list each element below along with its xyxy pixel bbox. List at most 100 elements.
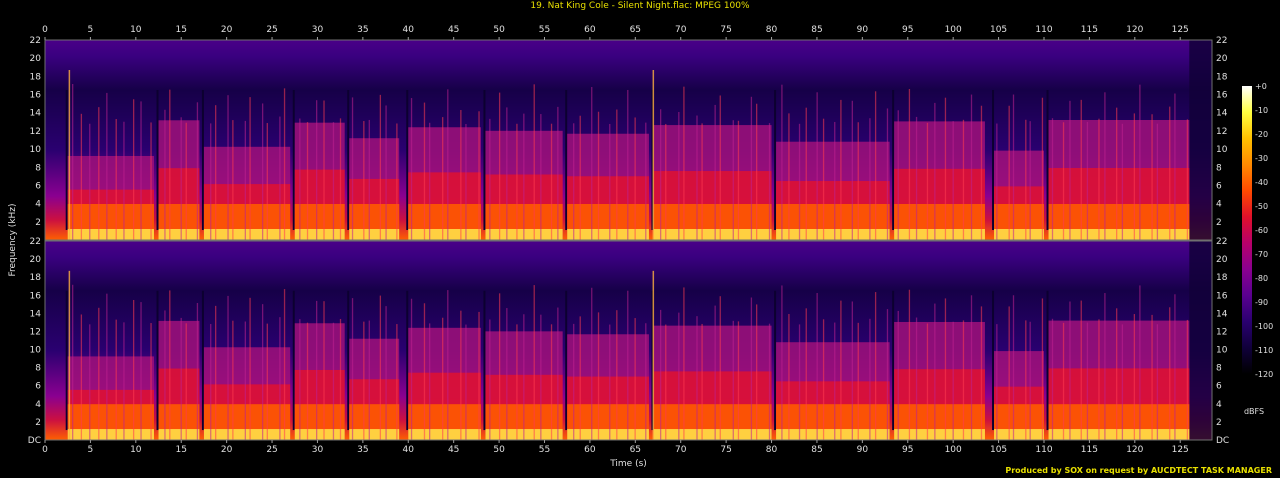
segment-streak	[840, 99, 842, 241]
segment-streak	[351, 97, 354, 240]
segment-streak	[737, 321, 740, 440]
segment-streak	[279, 317, 281, 440]
spectrogram-chart: 0055101015152020252530303535404045455050…	[8, 25, 1273, 469]
segment-streak	[645, 122, 647, 240]
segment-streak	[822, 319, 825, 440]
segment-streak	[908, 289, 911, 440]
segment-streak	[869, 118, 871, 240]
x-tick-label-bottom: 75	[720, 445, 731, 455]
segment-streak	[180, 117, 182, 240]
segment-streak	[89, 324, 91, 440]
y-tick-label-left: 6	[35, 181, 41, 191]
segment-streak	[323, 100, 325, 240]
segment-bass	[349, 229, 400, 240]
segment-streak	[1086, 322, 1089, 440]
segment-streak	[597, 111, 600, 241]
segment-streak	[261, 103, 264, 240]
segment-streak	[169, 89, 171, 240]
x-tick-label-top: 100	[945, 25, 962, 35]
segment-streak	[306, 122, 309, 240]
segment-streak	[115, 119, 117, 240]
segment-streak	[996, 324, 998, 440]
segment-gap	[292, 290, 295, 431]
segment-streak	[798, 324, 801, 440]
segment-bass	[203, 429, 291, 440]
segment-streak	[579, 115, 581, 240]
x-tick-label-bottom: 35	[357, 445, 368, 455]
y-tick-label-right: 12	[1216, 127, 1227, 137]
y-tick-label-left: DC	[28, 436, 41, 446]
segment-streak	[926, 323, 929, 440]
segment-streak	[316, 100, 318, 240]
segment-streak	[244, 321, 246, 440]
segment-streak	[701, 123, 703, 240]
segment-streak	[557, 106, 559, 240]
segment-gap	[892, 290, 895, 431]
x-tick-label-bottom: 25	[266, 445, 277, 455]
segment-streak	[150, 122, 152, 240]
y-tick-label-left: 8	[35, 163, 41, 173]
segment-streak	[768, 323, 771, 440]
segment-gap	[892, 90, 895, 230]
segment-bass	[653, 429, 772, 440]
segment-streak	[523, 314, 525, 440]
segment-streak	[915, 317, 918, 440]
segment-streak	[634, 318, 636, 440]
segment-streak	[80, 314, 83, 440]
segment-streak	[737, 120, 740, 240]
x-tick-label-top: 15	[175, 25, 186, 35]
segment-streak	[816, 92, 818, 240]
x-tick-label-bottom: 125	[1172, 445, 1189, 455]
segment-streak	[410, 298, 413, 440]
segment-streak	[423, 102, 426, 241]
segment-streak	[489, 118, 491, 240]
segment-streak	[1051, 318, 1054, 440]
segment-streak	[857, 322, 859, 440]
x-tick-label-bottom: 115	[1081, 445, 1098, 455]
x-tick-label-bottom: 0	[42, 445, 48, 455]
x-tick-label-top: 0	[42, 25, 48, 35]
y-tick-label-left: 20	[30, 255, 42, 265]
x-tick-label-bottom: 5	[88, 445, 94, 455]
segment-streak	[363, 321, 365, 440]
segment-gap	[774, 290, 777, 431]
segment-streak	[665, 324, 667, 440]
y-tick-label-left: 14	[30, 309, 42, 319]
x-tick-label-top: 80	[766, 25, 778, 35]
segment-streak	[869, 318, 871, 440]
segment-streak	[115, 319, 117, 440]
segment-streak	[970, 295, 973, 440]
y-tick-label-left: 2	[35, 218, 41, 228]
segment-streak	[886, 309, 889, 440]
segment-streak	[180, 317, 182, 440]
segment-streak	[478, 111, 480, 241]
segment-streak	[874, 292, 877, 440]
segment-streak	[701, 323, 703, 440]
y-tick-label-right: 16	[1216, 91, 1228, 101]
segment-bass	[408, 229, 481, 240]
segment-streak	[396, 324, 398, 440]
segment-streak	[840, 300, 842, 440]
colorbar-tick-label: -20	[1255, 130, 1268, 139]
x-tick-label-bottom: 120	[1126, 445, 1143, 455]
segment-gap	[565, 290, 568, 431]
segment-streak	[1139, 285, 1141, 440]
segment-streak	[423, 303, 426, 440]
x-tick-label-bottom: 15	[175, 445, 186, 455]
segment-streak	[283, 289, 286, 440]
segment-streak	[332, 322, 335, 440]
segment-gap	[156, 290, 159, 431]
y-tick-label-left: 22	[30, 36, 41, 46]
transient-line	[652, 270, 655, 440]
y-tick-label-right: 22	[1216, 36, 1227, 46]
x-tick-label-bottom: 80	[766, 445, 778, 455]
x-tick-label-bottom: 100	[945, 445, 962, 455]
colorbar-tick-label: -60	[1255, 226, 1268, 235]
segment-streak	[498, 92, 501, 240]
segment-streak	[683, 86, 685, 240]
segment-streak	[89, 123, 91, 240]
segment-streak	[460, 110, 462, 241]
segment-streak	[98, 107, 100, 240]
segment-streak	[616, 310, 618, 440]
segment-streak	[215, 305, 217, 440]
